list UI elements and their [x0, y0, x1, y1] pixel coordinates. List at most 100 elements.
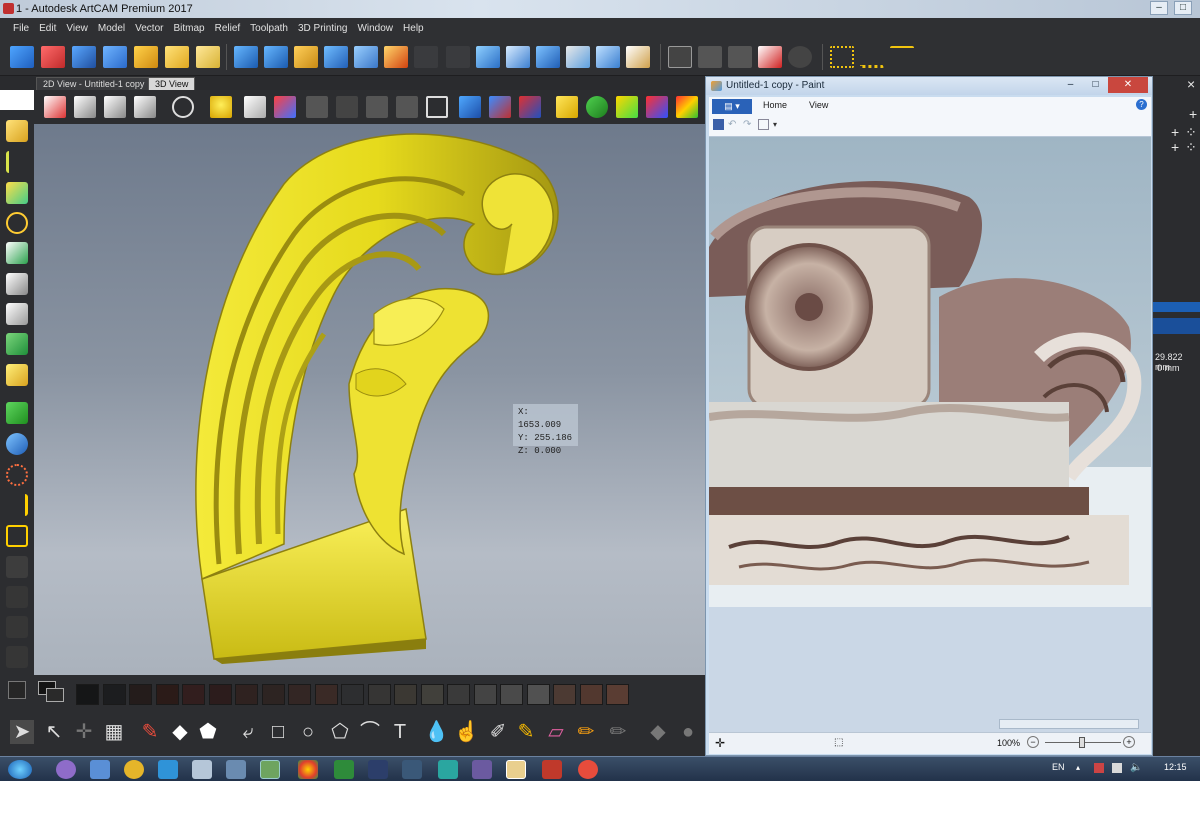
rainbow-icon[interactable] — [676, 96, 698, 118]
relief-sheet-icon[interactable] — [506, 46, 530, 68]
app-icon[interactable] — [124, 760, 144, 779]
color-swatch[interactable] — [314, 684, 338, 705]
color-swatch[interactable] — [102, 684, 126, 705]
color-swatch[interactable] — [606, 684, 629, 705]
close-icon[interactable]: × — [1187, 76, 1195, 92]
color-swatch[interactable] — [367, 684, 391, 705]
eraser-icon[interactable]: ◆ — [168, 720, 192, 744]
app-icon[interactable] — [192, 760, 212, 779]
relief-add-icon[interactable] — [165, 46, 189, 68]
relief-bug-icon[interactable] — [566, 46, 590, 68]
relief-shape-icon[interactable] — [72, 46, 96, 68]
grid-mesh-icon[interactable]: ▦ — [102, 720, 126, 744]
paint-canvas-area[interactable] — [709, 137, 1151, 735]
color-swatch[interactable] — [420, 684, 444, 705]
flag-icon[interactable] — [758, 46, 782, 68]
menu-vector[interactable]: Vector — [130, 23, 168, 34]
vector-relief-icon[interactable] — [476, 46, 500, 68]
texture-relief-icon[interactable] — [134, 46, 158, 68]
menu-view[interactable]: View — [61, 23, 93, 34]
paint-maximize-button[interactable]: □ — [1083, 77, 1108, 93]
color-pyramid-icon[interactable] — [646, 96, 668, 118]
paint-minimize-button[interactable]: – — [1058, 77, 1083, 93]
eraser-pink-icon[interactable]: ▱ — [544, 720, 568, 744]
explorer-icon[interactable] — [90, 760, 110, 779]
node-edit-icon[interactable] — [830, 46, 854, 68]
color-swatch[interactable] — [76, 684, 99, 705]
tray-network-icon[interactable] — [1112, 763, 1122, 773]
app-icon[interactable] — [472, 760, 492, 779]
relief-blend-icon[interactable] — [354, 46, 378, 68]
relief-plane-icon[interactable] — [536, 46, 560, 68]
magic-wand-icon[interactable] — [6, 182, 28, 204]
mirror-icon[interactable] — [6, 525, 28, 547]
relief-raise-icon[interactable] — [324, 46, 348, 68]
secondary-color-swatch[interactable] — [46, 688, 64, 702]
right-panel-header[interactable] — [1153, 302, 1200, 312]
zoom-icon[interactable] — [172, 96, 194, 118]
tray-expand-icon[interactable]: ▴ — [1076, 763, 1080, 772]
transform-icon[interactable]: ✛ — [72, 720, 96, 744]
split-view-icon[interactable] — [698, 46, 722, 68]
spin-icon[interactable] — [6, 464, 28, 486]
relief-layer-icon[interactable] — [103, 46, 127, 68]
chrome-icon[interactable] — [298, 760, 318, 779]
drop-icon[interactable]: 💧 — [424, 720, 449, 744]
select-all-icon[interactable] — [758, 119, 769, 130]
vector-angle-icon[interactable] — [6, 151, 28, 173]
node-align-icon[interactable] — [860, 46, 884, 68]
zoom-out-button[interactable]: − — [1027, 736, 1039, 748]
menu-edit[interactable]: Edit — [34, 23, 61, 34]
text-icon[interactable]: T — [388, 720, 412, 744]
open-folder-icon[interactable] — [196, 46, 220, 68]
green-grid-icon[interactable] — [6, 333, 28, 355]
plus-icon[interactable]: + — [1189, 106, 1197, 122]
speaker-icon[interactable]: 🔈 — [1130, 762, 1142, 773]
cube-view-icon[interactable] — [44, 96, 66, 118]
app-icon[interactable] — [542, 760, 562, 779]
stack-icon[interactable] — [6, 273, 28, 295]
marker-icon[interactable]: ✎ — [514, 720, 538, 744]
color-swatch[interactable] — [261, 684, 285, 705]
green-relief-icon[interactable] — [6, 242, 28, 264]
cube-side-icon[interactable] — [104, 96, 126, 118]
solid-view-icon[interactable] — [366, 96, 388, 118]
color-swatch[interactable] — [235, 684, 258, 705]
paint-tab-view[interactable]: View — [809, 100, 828, 110]
layer-view-icon[interactable] — [489, 96, 511, 118]
menu-bitmap[interactable]: Bitmap — [168, 23, 209, 34]
curve-icon[interactable] — [6, 212, 28, 234]
color-swatch[interactable] — [288, 684, 311, 705]
3d-viewport[interactable] — [34, 124, 705, 675]
eraser-relief-icon[interactable] — [41, 46, 65, 68]
zoom-in-button[interactable]: + — [1123, 736, 1135, 748]
app-icon[interactable] — [438, 760, 458, 779]
star-zoom-icon[interactable] — [616, 96, 638, 118]
star-relief-icon[interactable] — [459, 96, 481, 118]
menu-toolpath[interactable]: Toolpath — [245, 23, 293, 34]
grid-view-icon[interactable] — [728, 46, 752, 68]
menu-relief[interactable]: Relief — [210, 23, 246, 34]
circle-icon[interactable]: ○ — [296, 720, 320, 744]
menu-help[interactable]: Help — [398, 23, 429, 34]
viber-icon[interactable] — [56, 760, 76, 779]
paint-tab-home[interactable]: Home — [763, 100, 787, 110]
yellow-layer-icon[interactable] — [6, 364, 28, 386]
node-path-icon[interactable] — [890, 46, 914, 68]
save-icon[interactable] — [713, 119, 724, 130]
color-swatch[interactable] — [394, 684, 417, 705]
undo-icon[interactable]: ↶ — [728, 119, 739, 130]
node-select-icon[interactable]: ↖ — [42, 720, 66, 744]
redo-icon[interactable]: ↷ — [743, 119, 754, 130]
dimension-icon[interactable] — [668, 46, 692, 68]
relief-target-icon[interactable] — [384, 46, 408, 68]
color-swatch[interactable] — [182, 684, 205, 705]
app-icon[interactable] — [368, 760, 388, 779]
color-swatch[interactable] — [208, 684, 232, 705]
app-icon[interactable] — [158, 760, 178, 779]
cube-top-icon[interactable] — [134, 96, 156, 118]
customize-dropdown-icon[interactable]: ▾ — [773, 119, 784, 130]
yellow-plane-icon[interactable] — [556, 96, 578, 118]
cube-front-icon[interactable] — [74, 96, 96, 118]
clock-icon[interactable] — [788, 46, 812, 68]
